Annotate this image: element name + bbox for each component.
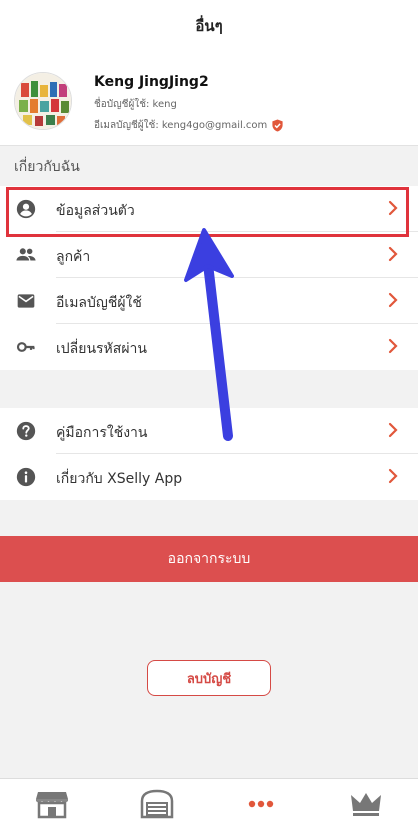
tab-warehouse[interactable]: [105, 779, 210, 828]
profile-card[interactable]: Keng JingJing2 ชื่อบัญชีผู้ใช้: keng อีเ…: [0, 52, 418, 146]
person-circle-icon: [14, 198, 38, 220]
tab-store[interactable]: [0, 779, 105, 828]
menu-item-user-guide[interactable]: คู่มือการใช้งาน: [0, 408, 418, 454]
menu-item-change-password[interactable]: เปลี่ยนรหัสผ่าน: [0, 324, 418, 370]
crown-icon: [350, 792, 381, 816]
warehouse-icon: [140, 789, 173, 818]
key-icon: [14, 336, 38, 358]
menu-item-account-email[interactable]: อีเมลบัญชีผู้ใช้: [0, 278, 418, 324]
help-menu: คู่มือการใช้งาน เกี่ยวกับ XSelly App: [0, 408, 418, 500]
more-dots-icon: [249, 800, 274, 807]
bottom-tab-bar: [0, 778, 418, 828]
people-icon: [14, 244, 38, 266]
section-title-about-me: เกี่ยวกับฉัน: [14, 159, 80, 175]
verified-shield-icon: [271, 119, 284, 132]
mail-icon: [14, 290, 38, 312]
chevron-right-icon: [388, 200, 398, 216]
menu-item-label: เปลี่ยนรหัสผ่าน: [56, 341, 147, 357]
tab-more[interactable]: [209, 779, 314, 828]
chevron-right-icon: [388, 422, 398, 438]
menu-item-customers[interactable]: ลูกค้า: [0, 232, 418, 278]
menu-item-label: คู่มือการใช้งาน: [56, 425, 148, 441]
menu-item-label: อีเมลบัญชีผู้ใช้: [56, 295, 142, 311]
profile-username: ชื่อบัญชีผู้ใช้: keng: [94, 99, 177, 110]
profile-email: อีเมลบัญชีผู้ใช้: keng4go@gmail.com: [94, 120, 268, 131]
help-circle-icon: [14, 420, 38, 442]
page-header: อื่นๆ: [0, 0, 418, 52]
menu-item-label: ลูกค้า: [56, 249, 91, 265]
menu-item-about-app[interactable]: เกี่ยวกับ XSelly App: [0, 454, 418, 500]
account-menu: ข้อมูลส่วนตัว ลูกค้า อีเมลบัญชีผู้ใช้ เป…: [0, 186, 418, 370]
chevron-right-icon: [388, 246, 398, 262]
page-title: อื่นๆ: [195, 17, 223, 35]
logout-button[interactable]: ออกจากระบบ: [0, 536, 418, 582]
profile-email-row: อีเมลบัญชีผู้ใช้: keng4go@gmail.com: [94, 118, 284, 133]
profile-name: Keng JingJing2: [94, 74, 209, 90]
info-circle-icon: [14, 466, 38, 488]
chevron-right-icon: [388, 468, 398, 484]
menu-item-personal-info[interactable]: ข้อมูลส่วนตัว: [0, 186, 418, 232]
delete-account-button[interactable]: ลบบัญชี: [147, 660, 271, 696]
tab-premium[interactable]: [314, 779, 418, 828]
chevron-right-icon: [388, 338, 398, 354]
menu-item-label: เกี่ยวกับ XSelly App: [56, 471, 183, 487]
menu-item-label: ข้อมูลส่วนตัว: [56, 203, 135, 219]
avatar[interactable]: [14, 72, 72, 130]
store-icon: [36, 791, 69, 818]
chevron-right-icon: [388, 292, 398, 308]
